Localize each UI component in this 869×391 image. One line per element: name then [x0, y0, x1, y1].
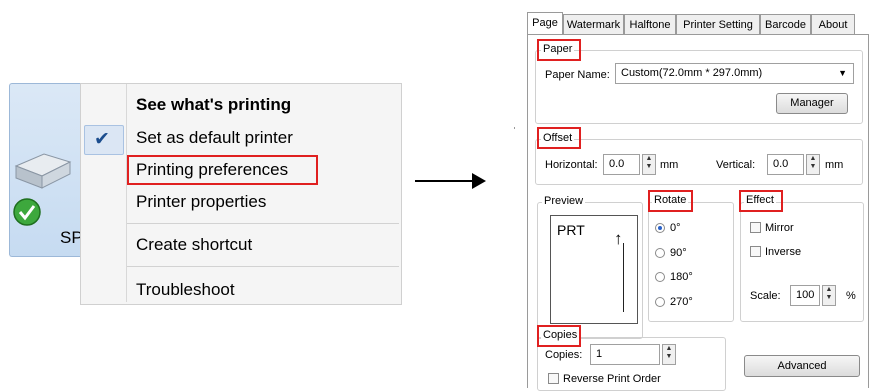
tab-barcode[interactable]: Barcode: [760, 14, 811, 34]
checkmark-icon: ✔: [94, 129, 110, 150]
reverse-print-order-label: Reverse Print Order: [563, 373, 661, 385]
rotate-180-label: 180°: [670, 271, 693, 283]
copies-input[interactable]: 1: [590, 344, 660, 365]
vertical-input[interactable]: 0.0: [767, 154, 804, 175]
vertical-unit: mm: [825, 159, 844, 171]
up-arrow-icon: ↑: [614, 229, 623, 248]
rotate-270-radio[interactable]: [655, 297, 665, 307]
copies-label: Copies:: [545, 349, 583, 361]
mirror-checkbox[interactable]: [750, 222, 761, 233]
arrow-head-icon: [472, 173, 486, 189]
rotate-270-label: 270°: [670, 296, 693, 308]
menu-item-create-shortcut[interactable]: Create shortcut: [136, 235, 252, 255]
preview-legend: Preview: [542, 195, 586, 207]
rotate-0-radio[interactable]: [655, 223, 665, 233]
mirror-label: Mirror: [765, 222, 794, 234]
menu-item-set-default-printer[interactable]: Set as default printer: [136, 128, 293, 148]
tab-about[interactable]: About: [811, 14, 855, 34]
effect-legend: Effect: [744, 194, 776, 206]
vertical-spinner[interactable]: ▲ ▼: [806, 154, 820, 175]
tab-halftone[interactable]: Halftone: [624, 14, 676, 34]
chevron-down-icon: ▼: [838, 68, 847, 78]
copies-spinner[interactable]: ▲ ▼: [662, 344, 676, 365]
stray-dot: [514, 127, 515, 129]
printer-icon: [14, 153, 72, 189]
vertical-label: Vertical:: [716, 159, 756, 171]
copies-legend: Copies: [541, 329, 580, 341]
menu-item-printing-preferences[interactable]: Printing preferences: [136, 160, 288, 180]
rotate-90-label: 90°: [670, 247, 687, 259]
default-check-badge-icon: [13, 198, 41, 226]
preview-sample-text: PRT: [557, 222, 585, 238]
manager-button[interactable]: Manager: [776, 93, 848, 114]
scale-input[interactable]: 100: [790, 285, 820, 306]
rotate-180-radio[interactable]: [655, 272, 665, 282]
tab-watermark[interactable]: Watermark: [563, 14, 624, 34]
menu-separator: [127, 223, 399, 224]
menu-item-see-whats-printing[interactable]: See what's printing: [136, 95, 291, 115]
paper-name-select[interactable]: Custom(72.0mm * 297.0mm) ▼: [615, 63, 854, 84]
scale-label: Scale:: [750, 290, 781, 302]
scale-spinner[interactable]: ▲ ▼: [822, 285, 836, 306]
paper-name-label: Paper Name:: [545, 69, 610, 81]
rotate-0-label: 0°: [670, 222, 681, 234]
advanced-button[interactable]: Advanced: [744, 355, 860, 377]
offset-legend: Offset: [541, 132, 575, 144]
menu-item-troubleshoot[interactable]: Troubleshoot: [136, 280, 235, 300]
paper-legend: Paper: [541, 43, 575, 55]
inverse-checkbox[interactable]: [750, 246, 761, 257]
horizontal-unit: mm: [660, 159, 679, 171]
horizontal-spinner[interactable]: ▲ ▼: [642, 154, 656, 175]
scale-unit: %: [846, 290, 856, 302]
menu-separator: [127, 266, 399, 267]
tab-page[interactable]: Page: [527, 12, 563, 34]
inverse-label: Inverse: [765, 246, 802, 258]
menu-gutter-divider: [126, 84, 127, 302]
reverse-print-order-checkbox[interactable]: [548, 373, 559, 384]
horizontal-label: Horizontal:: [545, 159, 598, 171]
menu-item-printer-properties[interactable]: Printer properties: [136, 192, 266, 212]
arrow-right-icon: [415, 180, 475, 182]
horizontal-input[interactable]: 0.0: [603, 154, 640, 175]
rotate-90-radio[interactable]: [655, 248, 665, 258]
up-arrow-shaft: [623, 243, 624, 312]
tab-printer-setting[interactable]: Printer Setting: [676, 14, 760, 34]
paper-name-value: Custom(72.0mm * 297.0mm): [621, 67, 763, 79]
rotate-legend: Rotate: [652, 194, 689, 206]
